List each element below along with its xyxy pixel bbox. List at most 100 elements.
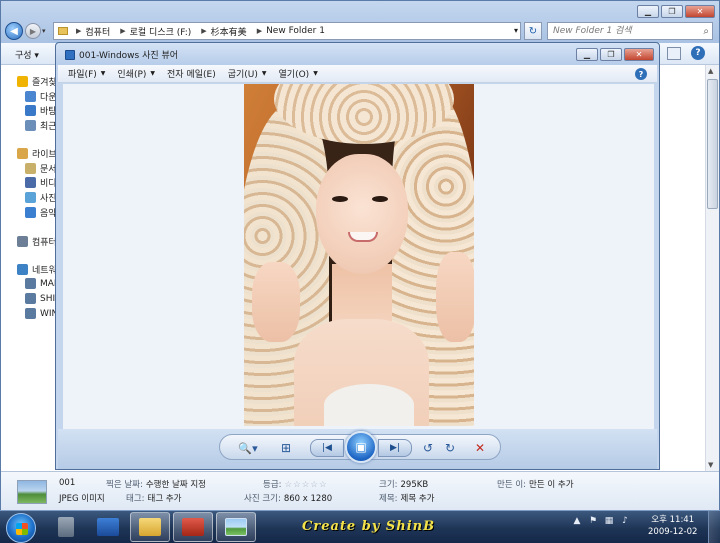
details-pane: 001 JPEG 이미지 찍은 날짜: 수행한 날짜 지정 태그: 태그 추가 등급… <box>1 471 719 510</box>
delete-button[interactable]: ✕ <box>472 440 488 456</box>
organize-button[interactable]: 구성 ▾ <box>15 48 39 61</box>
title-value[interactable]: 제목 추가 <box>401 494 435 504</box>
viewer-close-button[interactable]: ✕ <box>624 48 654 61</box>
breadcrumb-separator-icon: ▶ <box>256 27 263 35</box>
address-bar[interactable]: ▶ 컴퓨터 ▶ 로컬 디스크 (F:) ▶ 杉本有美 ▶ New Folder … <box>53 22 521 40</box>
chevron-down-icon: ▼ <box>261 70 267 77</box>
next-button[interactable]: ▶| <box>378 439 412 457</box>
author: 만든 이: 만든 이 추가 <box>497 478 574 490</box>
start-button[interactable] <box>6 513 36 543</box>
file-type: JPEG 이미지 <box>59 494 105 504</box>
viewer-help-button[interactable]: ? <box>635 68 647 80</box>
previous-button[interactable]: |◀ <box>310 439 344 457</box>
search-icon[interactable]: ⌕ <box>703 24 709 40</box>
sidebar-item[interactable]: 사진 <box>25 191 57 204</box>
tray-expand-icon[interactable]: ▲ <box>572 516 582 526</box>
rotate-right-button[interactable]: ↻ <box>442 440 458 456</box>
desktop-icon <box>25 105 36 116</box>
menu-burn[interactable]: 굽기(U) ▼ <box>228 67 267 80</box>
rating-stars[interactable]: ☆☆☆☆☆ <box>285 480 328 490</box>
file-size: 크기: 295KB <box>379 478 428 490</box>
sidebar-item[interactable]: 음악 <box>25 206 57 219</box>
rotate-left-button[interactable]: ↺ <box>420 440 436 456</box>
date-taken: 찍은 날짜: 수행한 날짜 지정 <box>106 478 206 490</box>
explorer-window-controls: ▁ ❐ ✕ <box>635 5 715 18</box>
action-center-flag-icon[interactable]: ⚑ <box>588 516 598 526</box>
title-label: 제목: <box>379 494 398 504</box>
close-button[interactable]: ✕ <box>685 5 715 18</box>
sidebar-item[interactable]: 문서 <box>25 162 57 175</box>
taskbar-app-explorer[interactable] <box>130 512 170 542</box>
menu-email[interactable]: 전자 메일(E) <box>167 67 216 80</box>
zoom-button[interactable]: 🔍▾ <box>234 440 262 456</box>
date-taken-value[interactable]: 수행한 날짜 지정 <box>146 480 206 490</box>
viewer-canvas <box>63 84 654 429</box>
help-button[interactable]: ? <box>691 46 705 60</box>
scrollbar-thumb[interactable] <box>707 79 718 209</box>
download-folder-icon <box>25 91 36 102</box>
menu-print-label: 인쇄(P) <box>117 70 147 80</box>
view-options-button[interactable] <box>667 47 681 60</box>
viewer-window-controls: ▁ ❐ ✕ <box>574 48 654 61</box>
forward-button[interactable]: ▶ <box>25 23 41 39</box>
pictures-icon <box>25 192 36 203</box>
photo-top <box>324 384 414 426</box>
displayed-photo[interactable] <box>244 84 474 426</box>
viewer-minimize-button[interactable]: ▁ <box>576 48 598 61</box>
dimensions-label: 사진 크기: <box>244 494 281 504</box>
taskbar-app-tool[interactable] <box>46 512 86 542</box>
minimize-button[interactable]: ▁ <box>637 5 659 18</box>
taskbar-app-photo-viewer[interactable] <box>216 512 256 542</box>
scroll-down-icon[interactable]: ▼ <box>708 461 713 469</box>
volume-icon[interactable]: ♪ <box>620 516 630 526</box>
menu-file[interactable]: 파일(F) ▼ <box>68 67 105 80</box>
network-icon[interactable]: ▦ <box>604 516 614 526</box>
clock-date: 2009-12-02 <box>648 527 698 537</box>
menu-burn-label: 굽기(U) <box>227 70 258 80</box>
breadcrumb-folder-parent[interactable]: 杉本有美 <box>211 25 247 38</box>
menu-print[interactable]: 인쇄(P) ▼ <box>117 67 155 80</box>
taskbar-app-toolbox[interactable] <box>173 512 213 542</box>
show-desktop-button[interactable] <box>708 511 720 543</box>
slideshow-button[interactable]: ▣ <box>345 431 377 463</box>
back-arrow-icon: ◀ <box>10 25 18 37</box>
refresh-icon: ↻ <box>528 25 538 37</box>
maximize-icon: ❐ <box>607 50 615 59</box>
viewer-maximize-button[interactable]: ❐ <box>600 48 622 61</box>
vertical-scrollbar[interactable]: ▲ ▼ <box>705 65 719 471</box>
pc-icon <box>25 278 36 289</box>
chevron-down-icon: ▼ <box>313 70 318 77</box>
folder-app-icon <box>139 518 161 536</box>
tags-value[interactable]: 태그 추가 <box>148 494 182 504</box>
menu-open[interactable]: 열기(O) ▼ <box>279 67 318 80</box>
author-value[interactable]: 만든 이 추가 <box>529 480 574 490</box>
minimize-icon: ▁ <box>644 7 652 16</box>
scroll-up-icon[interactable]: ▲ <box>708 67 713 75</box>
title: 제목: 제목 추가 <box>379 492 435 504</box>
breadcrumb-computer[interactable]: 컴퓨터 <box>85 25 110 38</box>
refresh-button[interactable]: ↻ <box>524 22 542 40</box>
back-button[interactable]: ◀ <box>5 22 23 40</box>
photo-hand-left <box>252 262 300 342</box>
address-dropdown-icon[interactable]: ▾ <box>514 26 518 35</box>
menu-file-label: 파일(F) <box>68 70 97 80</box>
network-icon <box>17 264 28 275</box>
clock[interactable]: 오후 11:41 2009-12-02 <box>648 514 697 538</box>
system-tray: ▲ ⚑ ▦ ♪ <box>572 516 636 526</box>
sidebar-item[interactable]: 컴퓨터 <box>17 235 57 248</box>
chevron-down-icon: ▼ <box>150 70 156 77</box>
viewer-titlebar: 001-Windows 사진 뷰어 ▁ ❐ ✕ <box>56 43 659 65</box>
folder-icon <box>58 27 68 35</box>
taskbar: Create by ShinB ▲ ⚑ ▦ ♪ 오후 11:41 2009-12… <box>0 510 720 543</box>
navigation-pane: 즐겨찾기다운로드바탕 화면최근 위치라이브러리문서비디오사진음악컴퓨터네트워크M… <box>1 65 63 471</box>
recent-pages-dropdown[interactable]: ▾ <box>42 27 46 35</box>
taskbar-app-powershell[interactable] <box>88 512 128 542</box>
author-label: 만든 이: <box>497 480 527 490</box>
breadcrumb-local-disk[interactable]: 로컬 디스크 (F:) <box>130 25 192 38</box>
breadcrumb-separator-icon: ▶ <box>76 27 82 35</box>
photo-face <box>316 154 408 274</box>
breadcrumb-current-folder[interactable]: New Folder 1 <box>266 26 325 36</box>
maximize-button[interactable]: ❐ <box>661 5 683 18</box>
search-input[interactable]: New Folder 1 검색 ⌕ <box>547 22 713 40</box>
actual-size-button[interactable]: ⊞ <box>276 440 296 456</box>
